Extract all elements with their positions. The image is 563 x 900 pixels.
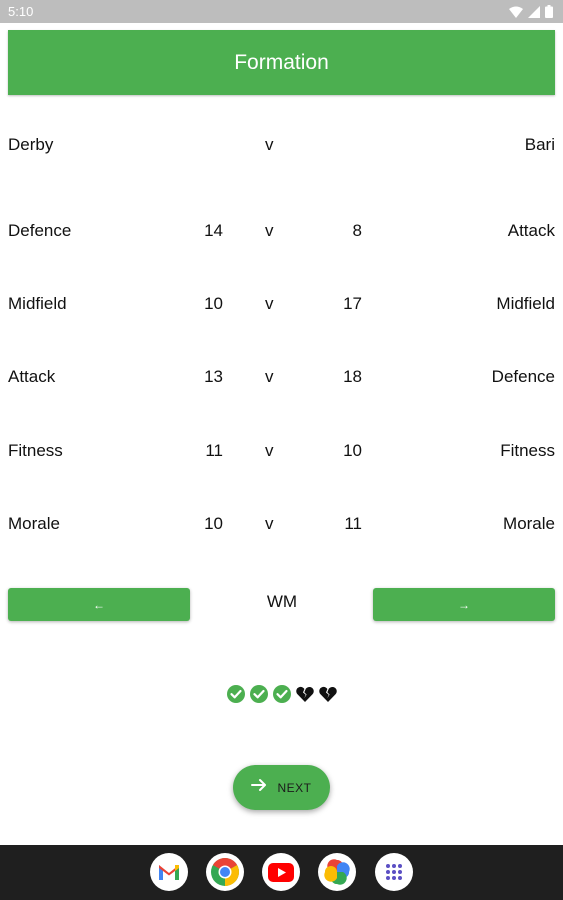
status-icons: [509, 5, 553, 23]
stat-right-value: 11: [344, 514, 362, 533]
stat-left-value: 10: [204, 294, 223, 313]
versus-label: v: [265, 294, 274, 313]
arrow-right-icon: [251, 777, 267, 798]
teams-row: Derby v Bari: [0, 132, 563, 158]
stat-row-morale: Morale 10 v 11 Morale: [0, 511, 563, 537]
chrome-icon[interactable]: [206, 853, 244, 891]
gmail-icon[interactable]: [150, 853, 188, 891]
previous-formation-label: ←: [93, 597, 105, 612]
status-bar: 5:10: [0, 0, 563, 23]
versus-label: v: [265, 221, 274, 240]
stat-right-label: Morale: [503, 514, 555, 533]
home-team-name: Derby: [8, 135, 54, 154]
stat-right-value: 10: [343, 441, 362, 460]
youtube-icon[interactable]: [262, 853, 300, 891]
broken-heart-icon: [318, 684, 338, 704]
navigation-bar: [0, 845, 563, 900]
broken-heart-icon: [295, 684, 315, 704]
battery-icon: [545, 5, 553, 23]
versus-label: v: [265, 441, 274, 460]
photos-icon[interactable]: [318, 853, 356, 891]
wifi-icon: [509, 5, 523, 23]
stat-right-label: Fitness: [500, 441, 555, 460]
top-bar: Formation: [8, 30, 555, 95]
stat-left-label: Midfield: [8, 294, 67, 313]
previous-formation-button[interactable]: ←: [8, 588, 190, 621]
stat-right-value: 18: [343, 367, 362, 386]
page-title: Formation: [234, 50, 329, 74]
stat-right-label: Attack: [507, 221, 555, 240]
away-team-name: Bari: [524, 135, 555, 154]
stat-right-label: Defence: [491, 367, 555, 386]
check-circle-icon: [249, 684, 269, 704]
stat-left-value: 14: [204, 221, 223, 240]
stat-left-label: Defence: [8, 221, 72, 240]
check-circle-icon: [226, 684, 246, 704]
stat-left-label: Fitness: [8, 441, 63, 460]
check-circle-icon: [272, 684, 292, 704]
stat-left-value: 13: [204, 367, 223, 386]
stat-right-value: 17: [343, 294, 362, 313]
recent-form: [0, 684, 563, 704]
next-button-label: NEXT: [277, 780, 312, 795]
versus-label: v: [265, 367, 274, 386]
next-button[interactable]: NEXT: [233, 765, 330, 810]
signal-icon: [528, 5, 540, 23]
stat-row-fitness: Fitness 11 v 10 Fitness: [0, 438, 563, 464]
next-formation-label: →: [458, 597, 470, 612]
stat-row-attack: Attack 13 v 18 Defence: [0, 364, 563, 390]
stat-right-value: 8: [352, 221, 362, 240]
app-drawer-icon[interactable]: [375, 853, 413, 891]
stat-left-value: 11: [205, 441, 223, 460]
stat-left-label: Morale: [8, 514, 60, 533]
formation-name: WM: [266, 592, 298, 611]
stat-left-value: 10: [204, 514, 223, 533]
versus-label: v: [265, 514, 274, 533]
next-formation-button[interactable]: →: [373, 588, 555, 621]
stat-row-midfield: Midfield 10 v 17 Midfield: [0, 291, 563, 317]
stat-row-defence: Defence 14 v 8 Attack: [0, 218, 563, 244]
stat-left-label: Attack: [8, 367, 56, 386]
stat-right-label: Midfield: [496, 294, 555, 313]
versus-label: v: [265, 135, 274, 154]
status-time: 5:10: [8, 4, 34, 19]
